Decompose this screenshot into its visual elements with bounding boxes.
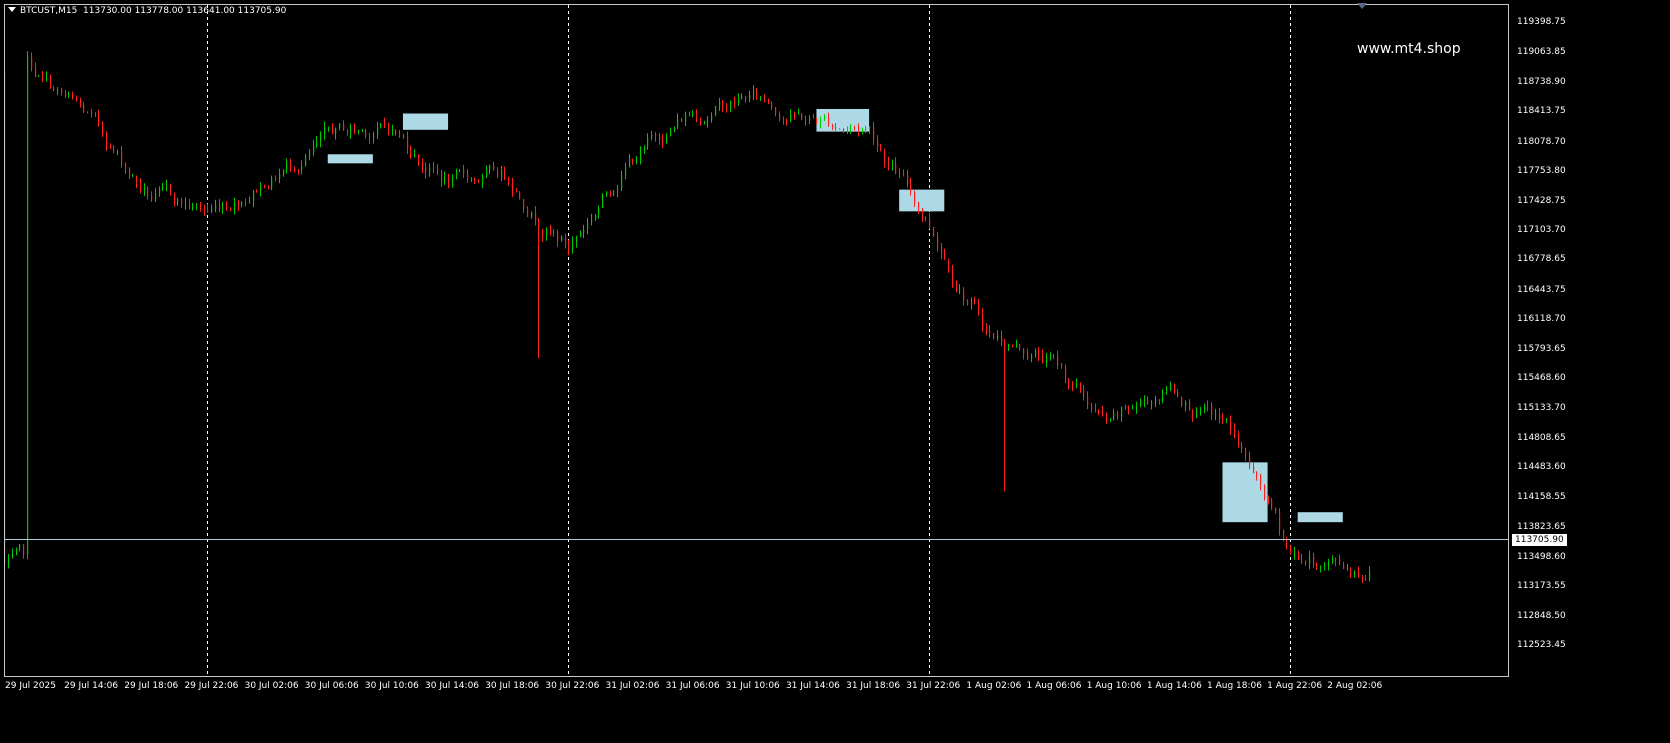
time-tick-label: 31 Jul 18:06	[846, 681, 901, 691]
time-tick-label: 30 Jul 18:06	[485, 681, 540, 691]
price-tick-label: 114483.60	[1517, 462, 1566, 473]
time-tick-label: 31 Jul 02:06	[605, 681, 660, 691]
collapse-triangle-icon[interactable]	[8, 7, 16, 12]
price-tick-label: 113498.60	[1517, 551, 1566, 562]
chart-header: BTCUST,M15 113730.00 113778.00 113641.00…	[8, 6, 286, 16]
price-tick-label: 117753.80	[1517, 166, 1566, 177]
ohlc-values: 113730.00 113778.00 113641.00 113705.90	[83, 6, 287, 16]
time-tick-label: 30 Jul 22:06	[545, 681, 600, 691]
time-tick-label: 30 Jul 06:06	[304, 681, 359, 691]
price-tick-label: 115793.65	[1517, 343, 1566, 354]
chart-frame	[4, 4, 1509, 677]
time-tick-label: 2 Aug 02:06	[1327, 681, 1383, 691]
time-tick-label: 29 Jul 14:06	[64, 681, 119, 691]
price-tick-label: 117103.70	[1517, 224, 1566, 235]
price-tick-label: 117428.75	[1517, 195, 1566, 206]
price-tick-label: 115468.60	[1517, 373, 1566, 384]
time-tick-label: 1 Aug 14:06	[1146, 681, 1202, 691]
price-tick-label: 113173.55	[1517, 581, 1566, 592]
price-tick-label: 113823.65	[1517, 522, 1566, 533]
time-tick-label: 29 Jul 18:06	[124, 681, 179, 691]
price-tick-label: 118738.90	[1517, 76, 1566, 87]
time-tick-label: 31 Jul 10:06	[725, 681, 780, 691]
time-tick-label: 29 Jul 2025	[5, 681, 56, 691]
price-tick-label: 118078.70	[1517, 136, 1566, 147]
price-tick-label: 116778.65	[1517, 254, 1566, 265]
time-tick-label: 1 Aug 22:06	[1267, 681, 1323, 691]
current-price-label: 113705.90	[1512, 533, 1567, 546]
time-tick-label: 1 Aug 06:06	[1026, 681, 1082, 691]
symbol-timeframe: BTCUST,M15	[20, 6, 78, 16]
time-tick-label: 30 Jul 10:06	[364, 681, 419, 691]
price-tick-label: 114158.55	[1517, 491, 1566, 502]
price-tick-label: 118413.75	[1517, 106, 1566, 117]
shift-marker-icon[interactable]	[1357, 3, 1367, 9]
price-tick-label: 119398.75	[1517, 17, 1566, 27]
time-tick-label: 30 Jul 14:06	[425, 681, 480, 691]
price-tick-label: 116118.70	[1517, 314, 1566, 325]
time-tick-label: 31 Jul 22:06	[906, 681, 961, 691]
time-tick-label: 31 Jul 14:06	[785, 681, 840, 691]
time-tick-label: 31 Jul 06:06	[665, 681, 720, 691]
watermark-text: www.mt4.shop	[1357, 41, 1461, 57]
price-tick-label: 112848.50	[1517, 610, 1566, 621]
time-tick-label: 29 Jul 22:06	[184, 681, 239, 691]
time-tick-label: 1 Aug 02:06	[966, 681, 1022, 691]
price-tick-label: 115133.70	[1517, 403, 1566, 414]
time-tick-label: 1 Aug 18:06	[1207, 681, 1262, 691]
price-tick-label: 119063.85	[1517, 47, 1566, 58]
time-tick-label: 30 Jul 02:06	[244, 681, 299, 691]
time-tick-label: 1 Aug 10:06	[1086, 681, 1142, 691]
price-tick-label: 116443.75	[1517, 284, 1566, 295]
price-tick-label: 114808.65	[1517, 432, 1566, 443]
price-tick-label: 112523.45	[1517, 640, 1566, 650]
